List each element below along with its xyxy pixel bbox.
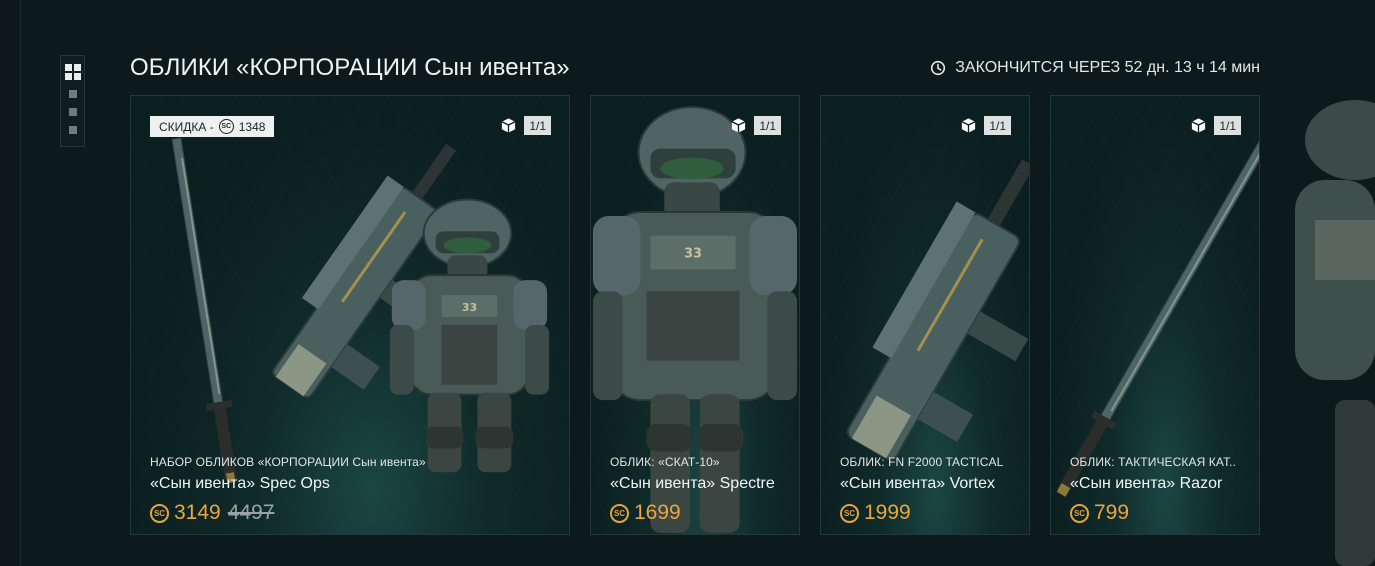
- event-timer: ЗАКОНЧИТСЯ ЧЕРЕЗ 52 дн. 13 ч 14 мин: [930, 59, 1260, 77]
- cube-icon: [1191, 118, 1206, 133]
- sc-coin-icon: SC: [840, 503, 859, 523]
- card-subtitle: ОБЛИК: «СКАТ-10»: [610, 455, 720, 469]
- price-value: 1699: [634, 501, 681, 524]
- card-name: «Сын ивента» Vortex: [840, 475, 995, 492]
- svg-text:33: 33: [684, 247, 702, 262]
- cube-icon: [731, 118, 746, 133]
- card-name: «Сын ивента» Spec Ops: [150, 475, 330, 492]
- discount-label: СКИДКА -: [159, 119, 214, 134]
- card-subtitle: НАБОР ОБЛИКОВ «КОРПОРАЦИИ Сын ивента»: [150, 455, 426, 469]
- offer-card-spectre[interactable]: 33 1/1 ОБЛИК: «СКАТ-10» «Сын ивента» Spe…: [590, 95, 800, 535]
- card-subtitle: ОБЛИК: FN F2000 TACTICAL: [840, 455, 1004, 469]
- view-pager: [60, 55, 85, 147]
- item-count: 1/1: [1190, 116, 1241, 135]
- old-price: 4497: [227, 501, 275, 524]
- card-name: «Сын ивента» Spectre: [610, 475, 775, 492]
- cube-icon: [961, 118, 976, 133]
- count-value: 1/1: [754, 116, 781, 135]
- card-price: SC 799: [1070, 501, 1129, 525]
- grid-icon[interactable]: [64, 64, 81, 80]
- count-value: 1/1: [1214, 116, 1241, 135]
- discount-badge: СКИДКА - SC 1348: [150, 116, 275, 137]
- card-price: SC 1699: [610, 501, 681, 525]
- svg-text:33: 33: [462, 301, 477, 314]
- card-name: «Сын ивента» Razor: [1070, 475, 1223, 492]
- price-value: 799: [1094, 501, 1130, 524]
- offer-card-vortex[interactable]: 1/1 ОБЛИК: FN F2000 TACTICAL «Сын ивента…: [820, 95, 1030, 535]
- sc-coin-icon: SC: [1070, 503, 1089, 523]
- section-title: ОБЛИКИ «КОРПОРАЦИИ Сын ивента»: [130, 54, 570, 81]
- timer-text: ЗАКОНЧИТСЯ ЧЕРЕЗ 52 дн. 13 ч 14 мин: [955, 59, 1260, 76]
- clock-icon: [931, 60, 946, 76]
- count-value: 1/1: [984, 116, 1011, 135]
- count-value: 1/1: [524, 116, 551, 135]
- pager-dot-2[interactable]: [68, 108, 77, 116]
- pager-dot-1[interactable]: [68, 90, 77, 98]
- price-value: 3149: [174, 501, 221, 524]
- sc-coin-icon: SC: [610, 503, 629, 523]
- price-value: 1999: [864, 501, 911, 524]
- card-subtitle: ОБЛИК: ТАКТИЧЕСКАЯ КАТ..: [1070, 455, 1237, 469]
- card-price: SC 1999: [840, 501, 911, 525]
- card-price: SC 3149 4497: [150, 501, 274, 525]
- item-count: 1/1: [960, 116, 1011, 135]
- pager-dot-3[interactable]: [68, 126, 77, 134]
- item-count: 1/1: [500, 116, 551, 135]
- discount-value: 1348: [238, 119, 266, 134]
- next-item-preview: [1295, 100, 1375, 566]
- item-count: 1/1: [730, 116, 781, 135]
- sc-coin-icon: SC: [218, 119, 234, 134]
- sc-coin-icon: SC: [150, 503, 169, 523]
- cube-icon: [501, 118, 516, 133]
- offer-card-razor[interactable]: 1/1 ОБЛИК: ТАКТИЧЕСКАЯ КАТ.. «Сын ивента…: [1050, 95, 1260, 535]
- offer-card-bundle[interactable]: 33 СКИДКА - SC 1348 1/1 НАБОР ОБЛИКОВ «К…: [130, 95, 570, 535]
